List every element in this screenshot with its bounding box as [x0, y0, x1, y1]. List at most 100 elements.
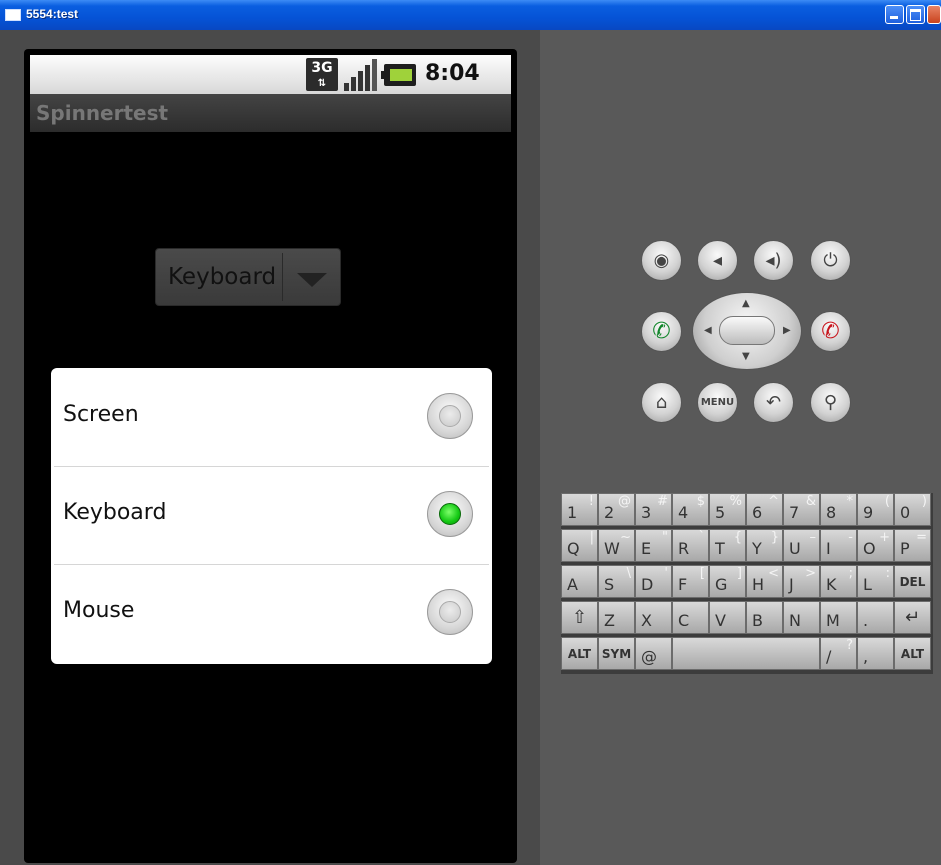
key-z[interactable]: Z: [598, 601, 635, 634]
option-screen[interactable]: Screen: [51, 368, 492, 465]
maximize-button[interactable]: [906, 5, 925, 24]
window-title-bar[interactable]: 5554:test: [0, 0, 941, 31]
call-icon[interactable]: ✆: [641, 311, 682, 352]
close-button[interactable]: [927, 5, 941, 24]
volume-up-icon[interactable]: ◂): [753, 240, 794, 281]
search-icon[interactable]: ⚲: [810, 382, 851, 423]
dpad[interactable]: ▲ ▼ ◀ ▶: [692, 292, 802, 370]
key-c[interactable]: C: [672, 601, 709, 634]
device-screen[interactable]: 3G ⇅ 8:04 AM Spinnertest Keyboard Screen…: [30, 55, 511, 863]
key-main-label: ,: [863, 647, 869, 666]
key-main-label: 4: [678, 503, 689, 522]
home-icon[interactable]: ⌂: [641, 382, 682, 423]
key-5[interactable]: 5%: [709, 493, 746, 526]
dpad-left-icon[interactable]: ◀: [704, 326, 712, 336]
alt-key-right[interactable]: ALT: [894, 637, 931, 670]
radio-button[interactable]: [427, 589, 473, 635]
menu-button[interactable]: MENU: [697, 382, 738, 423]
key-h[interactable]: H <: [746, 565, 783, 598]
key-at[interactable]: @: [635, 637, 672, 670]
key-comma[interactable]: ,: [857, 637, 894, 670]
key-o[interactable]: O +: [857, 529, 894, 562]
volume-down-icon[interactable]: ◂: [697, 240, 738, 281]
power-icon[interactable]: ⏻: [810, 240, 851, 281]
key-main-label: 3: [641, 503, 652, 522]
key-main-label: 8: [826, 503, 837, 522]
key-e[interactable]: E ": [635, 529, 672, 562]
key-s[interactable]: S \: [598, 565, 635, 598]
key-j[interactable]: J >: [783, 565, 820, 598]
key-slash[interactable]: /?: [820, 637, 857, 670]
key-alt-label: @: [618, 494, 631, 509]
key-6[interactable]: 6 ^: [746, 493, 783, 526]
camera-icon[interactable]: ◉: [641, 240, 682, 281]
dpad-center-button[interactable]: [719, 316, 775, 345]
shift-key[interactable]: ⇧: [561, 601, 598, 634]
key-main-label: N: [789, 611, 801, 630]
spinner-selected-value: Keyboard: [168, 264, 277, 290]
menu-button-label: MENU: [700, 397, 735, 408]
window-title: 5554:test: [26, 7, 79, 21]
dpad-right-icon[interactable]: ▶: [783, 326, 791, 336]
radio-button[interactable]: [427, 393, 473, 439]
enter-icon: ↵: [904, 607, 921, 628]
delete-key[interactable]: DEL: [894, 565, 931, 598]
key-alt-label: {: [733, 530, 742, 545]
key-g[interactable]: G]: [709, 565, 746, 598]
key-b[interactable]: B: [746, 601, 783, 634]
dpad-up-icon[interactable]: ▲: [742, 299, 750, 309]
option-label: Screen: [63, 402, 139, 427]
dpad-down-icon[interactable]: ▼: [742, 352, 750, 362]
key-main-label: W: [604, 539, 620, 558]
key-alt-label: |: [589, 530, 594, 545]
key-alt-label: #: [657, 494, 668, 509]
key-4[interactable]: 4 $: [672, 493, 709, 526]
delete-key-label: DEL: [899, 575, 926, 589]
key-q[interactable]: Q |: [561, 529, 598, 562]
status-bar: 3G ⇅ 8:04 AM: [30, 55, 511, 109]
key-alt-label: ?: [846, 638, 853, 653]
key-2[interactable]: 2 @: [598, 493, 635, 526]
enter-key[interactable]: ↵: [894, 601, 931, 634]
key-0[interactable]: 0): [894, 493, 931, 526]
key-1[interactable]: 1!: [561, 493, 598, 526]
key-i[interactable]: I-: [820, 529, 857, 562]
key-w[interactable]: W ~: [598, 529, 635, 562]
key-d[interactable]: D ': [635, 565, 672, 598]
key-y[interactable]: Y}: [746, 529, 783, 562]
key-a[interactable]: A: [561, 565, 598, 598]
key-f[interactable]: F[: [672, 565, 709, 598]
key-period[interactable]: .: [857, 601, 894, 634]
key-3[interactable]: 3 #: [635, 493, 672, 526]
sym-key[interactable]: SYM: [598, 637, 635, 670]
key-r[interactable]: R `: [672, 529, 709, 562]
key-alt-label: ": [662, 530, 668, 545]
sym-key-label: SYM: [601, 647, 632, 661]
key-l[interactable]: L:: [857, 565, 894, 598]
key-9[interactable]: 9(: [857, 493, 894, 526]
minimize-button[interactable]: [885, 5, 904, 24]
option-keyboard[interactable]: Keyboard: [51, 466, 492, 563]
key-main-label: T: [715, 539, 725, 558]
key-main-label: J: [789, 575, 794, 594]
key-main-label: H: [752, 575, 765, 594]
space-key[interactable]: [672, 637, 820, 670]
key-8[interactable]: 8 *: [820, 493, 857, 526]
end-call-icon[interactable]: ✆: [810, 311, 851, 352]
key-n[interactable]: N: [783, 601, 820, 634]
key-u[interactable]: U –: [783, 529, 820, 562]
key-p[interactable]: P =: [894, 529, 931, 562]
key-x[interactable]: X: [635, 601, 672, 634]
radio-button-checked[interactable]: [427, 491, 473, 537]
spinner-dropdown[interactable]: Keyboard: [155, 248, 341, 306]
option-mouse[interactable]: Mouse: [51, 564, 492, 661]
alt-key-left[interactable]: ALT: [561, 637, 598, 670]
key-v[interactable]: V: [709, 601, 746, 634]
key-k[interactable]: K;: [820, 565, 857, 598]
key-m[interactable]: M: [820, 601, 857, 634]
key-t[interactable]: T{: [709, 529, 746, 562]
key-main-label: 2: [604, 503, 615, 522]
key-7[interactable]: 7 &: [783, 493, 820, 526]
back-icon[interactable]: ↶: [753, 382, 794, 423]
key-main-label: /: [826, 647, 832, 666]
